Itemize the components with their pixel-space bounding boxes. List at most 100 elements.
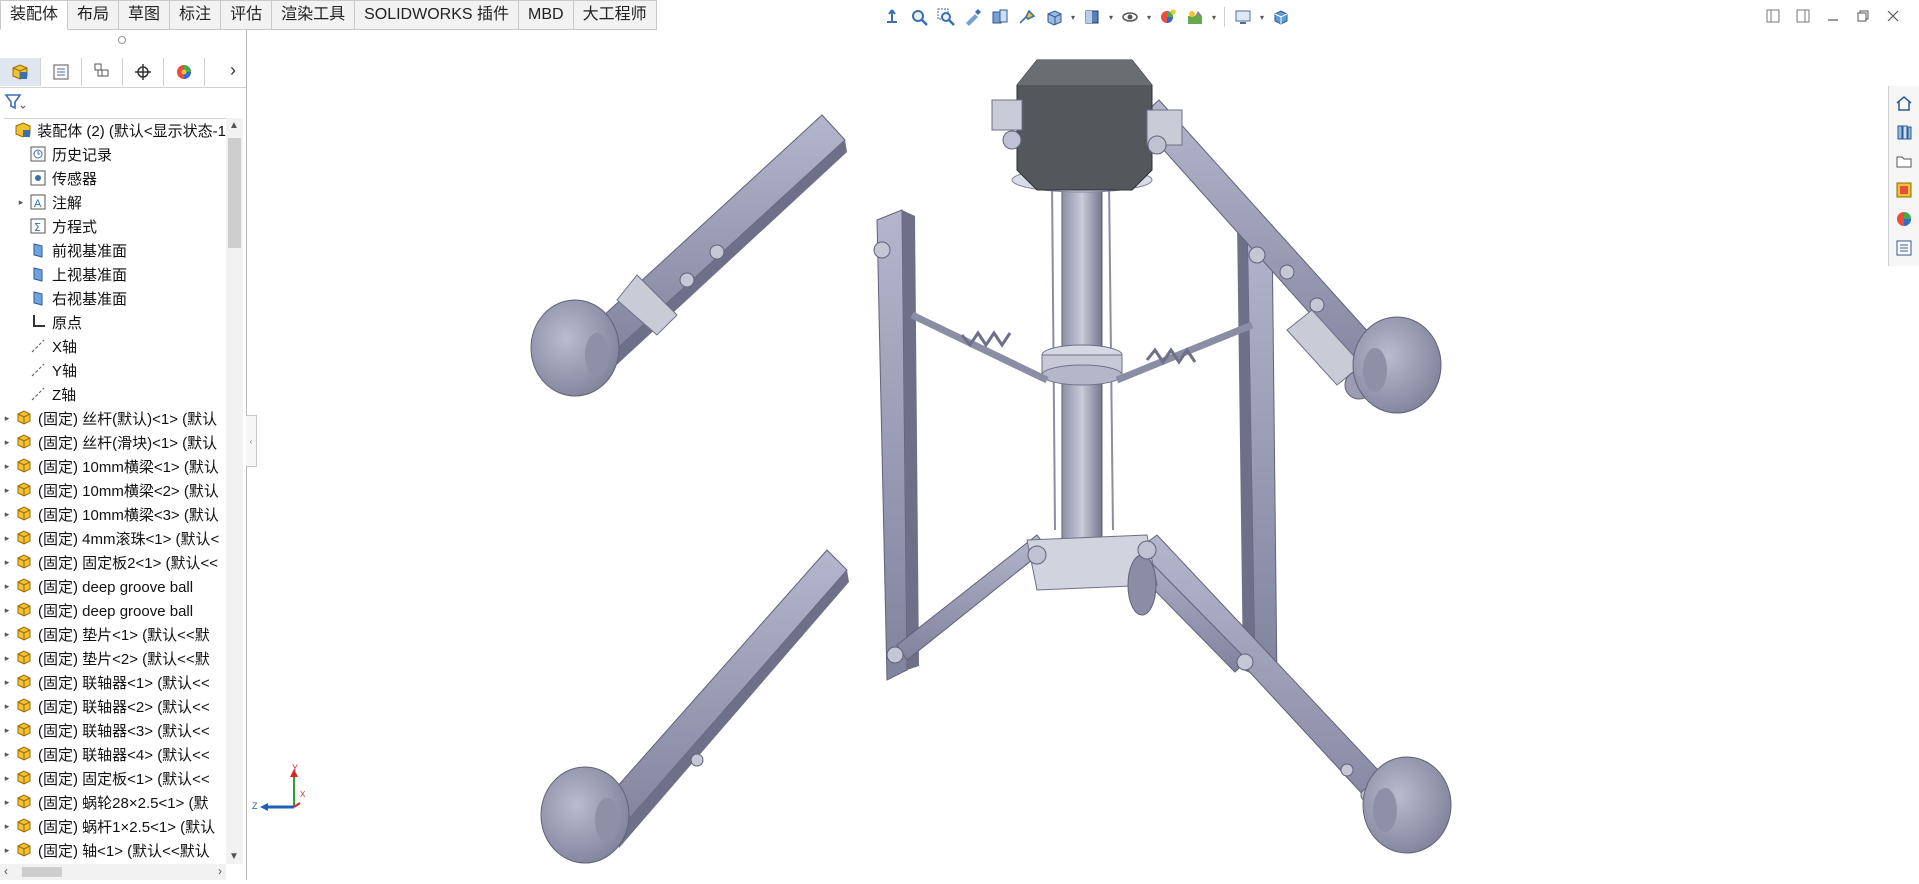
expand-arrow-icon[interactable]: ▸ [0,677,14,688]
property-manager-icon[interactable] [41,58,82,86]
tree-item[interactable]: 历史记录 [0,142,226,166]
display-pane-icon[interactable] [1269,5,1293,29]
tree-item[interactable]: ▸ (固定) 10mm横梁<1> (默认 [0,454,226,478]
tree-item[interactable]: X轴 [0,334,226,358]
tab-7[interactable]: MBD [519,0,574,30]
expand-arrow-icon[interactable]: ▸ [0,413,14,424]
tree-item[interactable]: 原点 [0,310,226,334]
expand-arrow-icon[interactable]: ▸ [0,773,14,784]
wheel-bottom-right[interactable] [1362,756,1452,854]
view-settings-icon[interactable] [1231,5,1255,29]
tree-item[interactable]: ▸ (固定) 垫片<2> (默认<<默 [0,646,226,670]
expand-arrow-icon[interactable]: ▸ [0,461,14,472]
spring-link-left[interactable] [910,311,1049,384]
expand-arrow-icon[interactable]: ▸ [14,197,28,208]
tree-item[interactable]: 前视基准面 [0,238,226,262]
expand-arrow-icon[interactable]: ▸ [0,485,14,496]
home-icon[interactable] [1891,88,1917,117]
apply-scene-icon[interactable] [1183,5,1207,29]
tab-3[interactable]: 标注 [170,0,222,30]
tab-4[interactable]: 评估 [221,0,273,30]
display-manager-icon[interactable] [164,58,205,86]
restore-icon[interactable] [1853,6,1873,26]
tree-item[interactable]: 上视基准面 [0,262,226,286]
tree-item[interactable]: ▸ (固定) 联轴器<2> (默认<< [0,694,226,718]
scroll-right-icon[interactable]: › [218,864,222,878]
expand-arrow-icon[interactable]: ▸ [0,653,14,664]
vertical-leg-right[interactable] [1237,214,1278,686]
expand-arrow-icon[interactable]: ▸ [0,437,14,448]
expand-arrow-icon[interactable]: ▸ [0,509,14,520]
tree-item[interactable]: ▸ (固定) 蜗轮28×2.5<1> (默 [0,790,226,814]
close-icon[interactable] [1883,6,1903,26]
file-explorer-icon[interactable] [1891,146,1917,175]
chevron-down-icon[interactable]: ▾ [1069,5,1077,29]
central-shaft[interactable] [1011,167,1153,561]
expand-arrow-icon[interactable]: ▸ [0,821,14,832]
expand-arrow-icon[interactable]: ▸ [0,581,14,592]
tab-0[interactable]: 装配体 [0,0,69,30]
dynamic-annotation-icon[interactable] [1015,5,1039,29]
dimxpert-icon[interactable] [123,58,164,86]
tab-5[interactable]: 渲染工具 [272,0,356,30]
display-style-icon[interactable] [1080,5,1104,29]
tree-item[interactable]: ▸ (固定) 轴<1> (默认<<默认 [0,838,226,862]
tree-item[interactable]: ▸ (固定) 联轴器<1> (默认<< [0,670,226,694]
tree-item[interactable]: ▸ (固定) 垫片<1> (默认<<默 [0,622,226,646]
expand-arrow-icon[interactable]: ▸ [0,749,14,760]
zoom-to-fit-icon[interactable] [907,5,931,29]
tree-item[interactable]: ▸ (固定) 丝杆(滑块)<1> (默认 [0,430,226,454]
minimize-icon[interactable] [1823,6,1843,26]
tree-item[interactable]: ▸ (固定) 联轴器<4> (默认<< [0,742,226,766]
filter-icon[interactable] [4,92,26,116]
chevron-right-icon[interactable]: › [230,60,236,81]
lower-arm-left[interactable] [591,549,849,848]
design-library-icon[interactable] [1891,117,1917,146]
spring-link-right[interactable] [1115,321,1254,384]
tree-item[interactable]: ▸ (固定) 蜗杆1×2.5<1> (默认 [0,814,226,838]
tree-item[interactable]: 右视基准面 [0,286,226,310]
view-orientation-icon[interactable] [1042,5,1066,29]
brace-left[interactable] [896,534,1048,661]
tree-item[interactable]: ▸ (固定) 10mm横梁<2> (默认 [0,478,226,502]
tab-1[interactable]: 布局 [68,0,120,30]
scroll-thumb-horizontal[interactable] [22,867,62,877]
tile-left-icon[interactable] [1763,6,1783,26]
tree-item[interactable]: 传感器 [0,166,226,190]
tree-root-assembly[interactable]: 装配体 (2) (默认<显示状态-1 [0,118,226,142]
expand-arrow-icon[interactable]: ▸ [0,629,14,640]
zoom-to-area-icon[interactable] [934,5,958,29]
section-view-icon[interactable] [988,5,1012,29]
tree-item[interactable]: Σ 方程式 [0,214,226,238]
tree-item[interactable]: ▸ (固定) deep groove ball [0,574,226,598]
view-palette-icon[interactable] [1891,175,1917,204]
chevron-down-icon[interactable]: ▾ [1258,5,1266,29]
expand-arrow-icon[interactable]: ▸ [0,701,14,712]
previous-view-icon[interactable] [961,5,985,29]
tree-item[interactable]: ▸ A 注解 [0,190,226,214]
scroll-thumb[interactable] [228,138,241,248]
wheel-bottom-left[interactable] [540,766,630,864]
feature-manager-icon[interactable] [0,58,41,86]
expand-arrow-icon[interactable]: ▸ [0,725,14,736]
tree-item[interactable]: ▸ (固定) 10mm横梁<3> (默认 [0,502,226,526]
expand-arrow-icon[interactable]: ▸ [0,605,14,616]
assembly-model[interactable] [247,30,1887,880]
tree-item[interactable]: ▸ (固定) 固定板2<1> (默认<< [0,550,226,574]
chevron-down-icon[interactable]: ▾ [1107,5,1115,29]
tree-item[interactable]: ▸ (固定) deep groove ball [0,598,226,622]
tree-vertical-scrollbar[interactable]: ▲ ▼ [226,118,243,864]
edit-appearance-icon[interactable] [1156,5,1180,29]
tree-horizontal-scrollbar[interactable]: ‹ › [0,864,226,880]
wheel-top-right[interactable] [1352,316,1442,414]
pointer-icon[interactable] [880,5,904,29]
tab-8[interactable]: 大工程师 [573,0,657,30]
tab-6[interactable]: SOLIDWORKS 插件 [355,0,520,30]
lower-hub[interactable] [1026,534,1158,616]
configuration-manager-icon[interactable] [82,58,123,86]
scroll-left-icon[interactable]: ‹ [4,864,8,878]
tab-2[interactable]: 草图 [119,0,171,30]
tree-item[interactable]: ▸ (固定) 丝杆(默认)<1> (默认 [0,406,226,430]
custom-properties-icon[interactable] [1891,233,1917,262]
appearances-icon[interactable] [1891,204,1917,233]
